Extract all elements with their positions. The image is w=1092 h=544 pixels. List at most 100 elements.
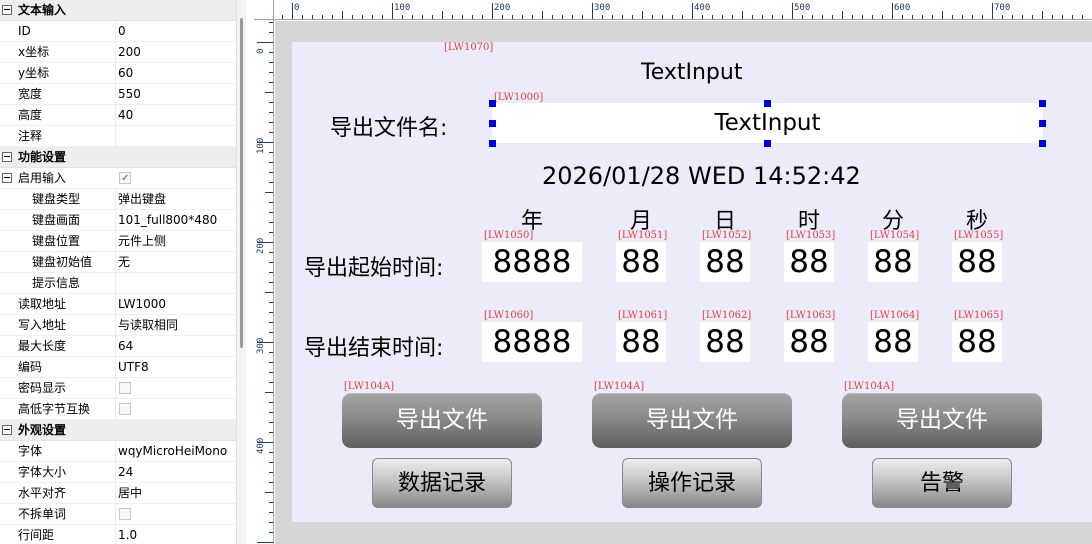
start-time-input[interactable]: 88 [868, 242, 918, 282]
property-value[interactable]: 101_full800*480 [118, 210, 217, 231]
ruler-tick [269, 202, 273, 203]
start-time-input[interactable]: 88 [700, 242, 750, 282]
property-value[interactable]: 无 [118, 252, 130, 273]
property-value[interactable]: 60 [118, 63, 133, 84]
property-value[interactable]: 0 [118, 21, 126, 42]
property-row[interactable]: 不拆单词 [0, 504, 236, 525]
end-time-input[interactable]: 88 [700, 322, 750, 362]
collapse-toggle-icon[interactable] [2, 425, 12, 435]
collapse-toggle-icon[interactable] [2, 5, 12, 15]
property-checkbox[interactable] [119, 403, 131, 415]
resize-handle-bl[interactable] [489, 140, 496, 147]
property-row[interactable]: 高低字节互换 [0, 399, 236, 420]
property-row[interactable]: 编码 UTF8 [0, 357, 236, 378]
property-value[interactable]: 与读取相同 [118, 315, 178, 336]
operation-log-button[interactable]: 操作记录 [622, 458, 762, 508]
panel-section-header[interactable]: 外观设置 [0, 420, 236, 441]
property-row[interactable]: x坐标 200 [0, 42, 236, 63]
enable-input-checkbox[interactable] [119, 168, 131, 189]
start-time-input[interactable]: 88 [952, 242, 1002, 282]
collapse-toggle-icon[interactable] [2, 152, 12, 162]
property-row[interactable]: 高度 40 [0, 105, 236, 126]
ruler-tick [1002, 15, 1003, 19]
end-time-input[interactable]: 88 [784, 322, 834, 362]
property-row[interactable]: 字体 wqyMicroHeiMono [0, 441, 236, 462]
export-file-button[interactable]: 导出文件 [592, 393, 792, 448]
property-row[interactable]: 字体大小 24 [0, 462, 236, 483]
resize-handle-bm[interactable] [764, 140, 771, 147]
property-row[interactable]: 键盘类型 弹出键盘 [0, 189, 236, 210]
export-file-button[interactable]: 导出文件 [842, 393, 1042, 448]
property-value[interactable]: 居中 [118, 483, 142, 504]
ruler-tick [612, 15, 613, 19]
property-row[interactable]: 宽度 550 [0, 84, 236, 105]
property-value[interactable]: 24 [118, 462, 133, 483]
property-key: 键盘类型 [32, 192, 81, 206]
ruler-label: 500 [794, 3, 811, 13]
property-row[interactable]: 行间距 1.0 [0, 525, 236, 544]
property-value[interactable]: 弹出键盘 [118, 189, 166, 210]
property-checkbox[interactable] [119, 508, 131, 520]
ruler-tick [672, 15, 673, 19]
property-row[interactable]: 密码显示 [0, 378, 236, 399]
ruler-tick [952, 15, 953, 19]
ruler-tick [902, 15, 903, 19]
property-row[interactable]: ID 0 [0, 21, 236, 42]
start-time-input[interactable]: 88 [784, 242, 834, 282]
ruler-tick [269, 102, 273, 103]
filename-text-input[interactable]: TextInput [492, 103, 1043, 143]
data-log-button[interactable]: 数据记录 [372, 458, 512, 508]
end-time-input[interactable]: 88 [616, 322, 666, 362]
property-row[interactable]: 键盘初始值 无 [0, 252, 236, 273]
panel-section-header[interactable]: 功能设置 [0, 147, 236, 168]
end-time-input[interactable]: 88 [868, 322, 918, 362]
property-checkbox[interactable] [119, 382, 131, 394]
datetime-display: 2026/01/28 WED 14:52:42 [542, 162, 861, 190]
resize-handle-mr[interactable] [1039, 120, 1046, 127]
scrollbar-thumb[interactable] [240, 18, 243, 348]
property-row[interactable]: 水平对齐 居中 [0, 483, 236, 504]
ruler-tick [269, 312, 273, 313]
start-time-input[interactable]: 88 [616, 242, 666, 282]
end-time-input[interactable]: 8888 [482, 322, 582, 362]
property-value[interactable]: wqyMicroHeiMono [118, 441, 227, 462]
property-row[interactable]: y坐标 60 [0, 63, 236, 84]
resize-handle-tr[interactable] [1039, 100, 1046, 107]
ruler-label: 100 [394, 3, 411, 13]
end-time-input[interactable]: 88 [952, 322, 1002, 362]
resize-handle-br[interactable] [1039, 140, 1046, 147]
export-file-button[interactable]: 导出文件 [342, 393, 542, 448]
panel-subsection-header[interactable]: 启用输入 [0, 168, 236, 189]
property-row[interactable]: 键盘画面 101_full800*480 [0, 210, 236, 231]
property-key: 键盘画面 [32, 213, 81, 227]
ruler-tick [269, 362, 273, 363]
start-field-address-tag: [LW1053] [786, 230, 836, 241]
property-row[interactable]: 写入地址 与读取相同 [0, 315, 236, 336]
ruler-label: 200 [256, 237, 266, 254]
property-row[interactable]: 注释 [0, 126, 236, 147]
column-divider [115, 231, 116, 252]
title-text-input[interactable]: TextInput [641, 60, 742, 85]
property-value[interactable]: 40 [118, 105, 133, 126]
panel-section-header[interactable]: 文本输入 [0, 0, 236, 21]
property-row[interactable]: 读取地址 LW1000 [0, 294, 236, 315]
property-value[interactable]: LW1000 [118, 294, 166, 315]
property-value[interactable]: 64 [118, 336, 133, 357]
resize-handle-ml[interactable] [489, 120, 496, 127]
panel-scrollbar[interactable] [236, 0, 246, 544]
property-value[interactable]: UTF8 [118, 357, 149, 378]
property-value[interactable]: 550 [118, 84, 141, 105]
property-row[interactable]: 提示信息 [0, 273, 236, 294]
start-time-input[interactable]: 8888 [482, 242, 582, 282]
ruler-tick [269, 282, 273, 283]
property-value[interactable]: 200 [118, 42, 141, 63]
collapse-toggle-icon[interactable] [2, 173, 12, 183]
resize-handle-tl[interactable] [489, 100, 496, 107]
property-value[interactable]: 元件上侧 [118, 231, 166, 252]
property-value[interactable]: 1.0 [118, 525, 137, 544]
property-row[interactable]: 键盘位置 元件上侧 [0, 231, 236, 252]
ruler-tick [269, 162, 273, 163]
alarm-button[interactable]: 告警 [872, 458, 1012, 508]
property-row[interactable]: 最大长度 64 [0, 336, 236, 357]
resize-handle-tm[interactable] [764, 100, 771, 107]
